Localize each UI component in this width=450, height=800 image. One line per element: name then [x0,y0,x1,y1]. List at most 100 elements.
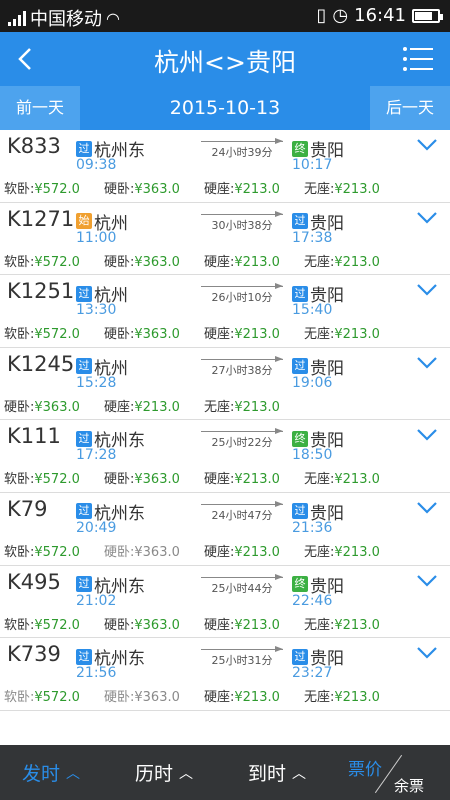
chevron-up-icon: ︿ [292,765,307,782]
seat-price-value: ¥363.0 [134,327,180,343]
seat-type-label: 无座: [304,690,335,706]
remaining-toggle-label: 余票 [394,777,425,795]
seat-type-label: 硬卧: [104,617,135,633]
train-row[interactable]: K833 过杭州东 09:38 24小时39分终贵阳 10:17 软卧:¥572.0 硬卧:… [0,130,450,203]
chevron-down-icon[interactable] [416,138,438,152]
chevron-down-icon[interactable] [416,283,438,297]
duration: 25小时22分 [201,427,283,449]
seat-price-value: ¥572.0 [34,690,80,706]
seat-price: 硬座:¥213.0 [204,178,280,197]
sort-depart-tab[interactable]: 发时 ︿ [22,759,80,786]
seat-price-value: ¥363.0 [34,399,80,415]
seat-type-label: 硬卧: [104,544,135,560]
chevron-down-icon[interactable] [416,646,438,660]
sort-arrive-tab[interactable]: 到时 ︿ [248,759,306,786]
seat-price-value: ¥572.0 [34,327,80,343]
vibrate-icon: ▯ [316,5,327,26]
seat-type-label: 硬卧: [104,254,135,270]
seat-price: 软卧:¥572.0 [4,614,80,633]
seat-price: 无座:¥213.0 [304,178,380,197]
seat-price: 无座:¥213.0 [304,614,380,633]
signal-icon [8,10,26,26]
seat-type-label: 无座: [304,182,335,197]
arrow-line [201,355,283,362]
departure-time: 17:28 [76,447,117,464]
train-number: K79 [7,496,48,521]
duration: 25小时31分 [201,645,283,667]
seat-type-label: 硬座: [204,472,235,488]
chevron-down-icon[interactable] [416,211,438,225]
train-row[interactable]: K495 过杭州东 21:02 25小时44分终贵阳 22:46 软卧:¥572.0 硬卧:… [0,565,450,639]
seat-price-value: ¥213.0 [234,254,280,270]
seat-price: 硬座:¥213.0 [204,468,280,487]
seat-type-label: 软卧: [4,544,35,560]
arrow-line [201,573,283,580]
seat-price-value: ¥213.0 [134,399,180,415]
page-title: 杭州<>贵阳 [154,48,296,77]
seat-price: 无座:¥213.0 [304,686,380,705]
station-badge: 过 [76,140,92,157]
duration-text: 25小时44分 [211,581,273,595]
departure-time: 20:49 [76,519,117,536]
station-badge: 过 [292,285,308,302]
seat-price-value: ¥213.0 [334,544,380,560]
departure-time: 21:56 [76,665,117,682]
seat-type-label: 硬座: [204,690,235,706]
seat-price-value: ¥213.0 [234,617,280,633]
seat-type-label: 硬卧: [104,182,135,197]
seat-prices: 软卧:¥572.0 硬卧:¥363.0 硬座:¥213.0 无座:¥213.0 [4,178,450,197]
duration-text: 25小时22分 [211,436,273,450]
chevron-down-icon[interactable] [416,428,438,442]
seat-price: 硬座:¥213.0 [104,396,180,415]
seat-price: 硬座:¥213.0 [204,323,280,342]
app-header: 杭州<>贵阳 [0,32,450,86]
duration-text: 24小时39分 [211,146,273,159]
seat-price: 软卧:¥572.0 [4,541,80,560]
seat-price-value: ¥213.0 [334,617,380,633]
sort-duration-tab[interactable]: 历时 ︿ [135,759,193,786]
seat-price: 硬卧:¥363.0 [4,396,80,415]
seat-price: 软卧:¥572.0 [4,686,80,705]
train-row[interactable]: K1245 过杭州 15:28 27小时38分过贵阳 19:06 硬卧:¥363.0 硬座:… [0,347,450,421]
seat-price-value: ¥572.0 [34,182,80,197]
seat-price-value: ¥213.0 [334,472,380,488]
seat-type-label: 硬卧: [104,327,135,343]
price-remaining-toggle[interactable]: 票价 余票 [348,745,450,800]
next-day-button[interactable]: 后一天 [370,86,450,130]
menu-button[interactable] [402,45,434,73]
chevron-down-icon[interactable] [416,574,438,588]
train-number: K495 [7,569,61,594]
seat-price-value: ¥363.0 [134,472,180,488]
duration-text: 30小时38分 [211,218,273,232]
train-row[interactable]: K739 过杭州东 21:56 25小时31分过贵阳 23:27 软卧:¥572.0 硬卧:… [0,638,450,711]
station-badge: 过 [76,358,92,375]
seat-price: 无座:¥213.0 [204,396,280,415]
duration: 30小时38分 [201,210,283,232]
chevron-down-icon[interactable] [416,501,438,515]
train-row[interactable]: K1251 过杭州 13:30 26小时10分过贵阳 15:40 软卧:¥572.0 硬卧:… [0,275,450,348]
seat-type-label: 无座: [304,254,335,270]
seat-price-value: ¥213.0 [334,254,380,270]
arrival-time: 19:06 [292,374,333,391]
seat-prices: 软卧:¥572.0 硬卧:¥363.0 硬座:¥213.0 无座:¥213.0 [4,323,450,342]
seat-price: 无座:¥213.0 [304,251,380,270]
date-display[interactable]: 2015-10-13 [80,86,370,130]
chevron-down-icon[interactable] [416,356,438,370]
seat-price: 硬卧:¥363.0 [104,323,180,342]
seat-type-label: 无座: [304,472,335,488]
train-list: K833 过杭州东 09:38 24小时39分终贵阳 10:17 软卧:¥572.0 硬卧:… [0,130,450,711]
arrival-time: 15:40 [292,302,333,319]
train-row[interactable]: K1271 始杭州 11:00 30小时38分过贵阳 17:38 软卧:¥572.0 硬卧:… [0,202,450,276]
seat-type-label: 无座: [304,544,335,560]
train-row[interactable]: K79 过杭州东 20:49 24小时47分过贵阳 21:36 软卧:¥572.0 硬卧:¥… [0,492,450,566]
prev-day-button[interactable]: 前一天 [0,86,80,130]
seat-price-value: ¥572.0 [34,544,80,560]
station-badge: 终 [292,140,308,157]
train-row[interactable]: K111 过杭州东 17:28 25小时22分终贵阳 18:50 软卧:¥572.0 硬卧:… [0,420,450,493]
station-badge: 过 [76,648,92,665]
seat-prices: 硬卧:¥363.0 硬座:¥213.0 无座:¥213.0 [4,396,450,415]
seat-type-label: 无座: [204,399,235,415]
duration: 25小时44分 [201,573,283,595]
seat-price: 软卧:¥572.0 [4,323,80,342]
seat-price: 无座:¥213.0 [304,323,380,342]
